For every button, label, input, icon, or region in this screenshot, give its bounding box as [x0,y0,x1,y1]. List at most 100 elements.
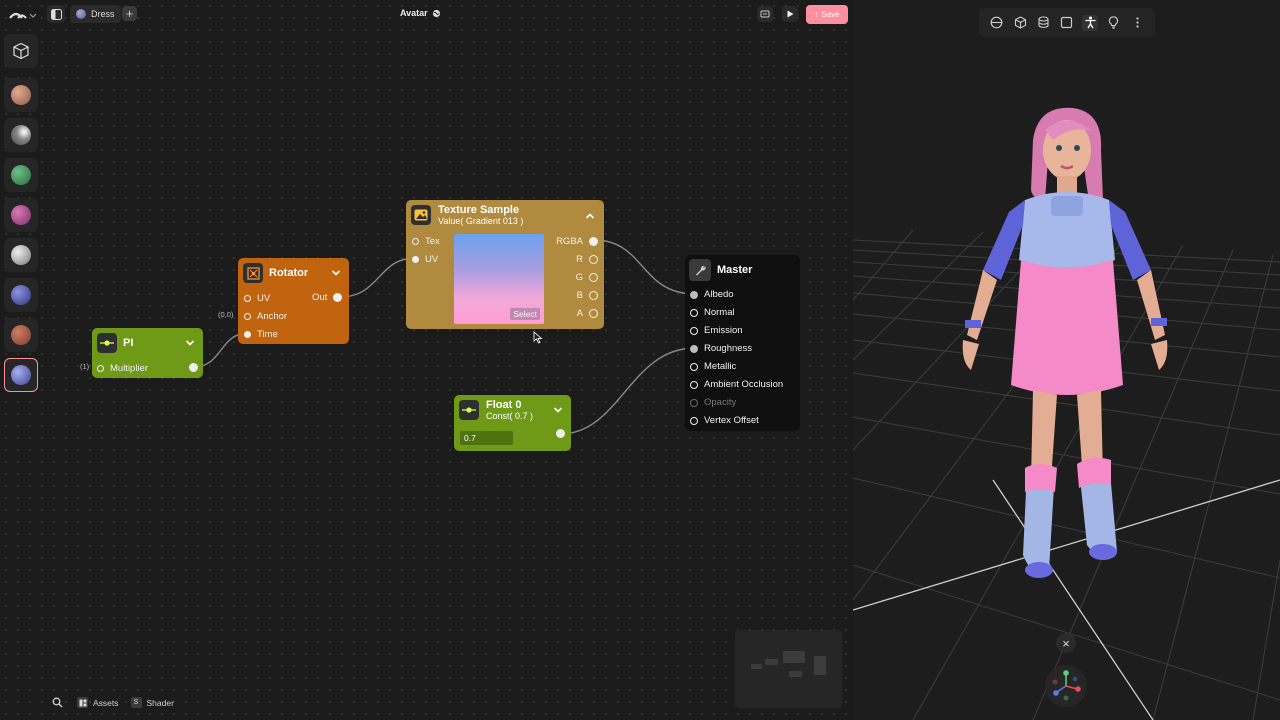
plane-view-icon[interactable] [1059,15,1075,31]
wire-rotator-to-texture [339,257,416,298]
3d-viewport[interactable]: × [853,0,1280,720]
node-header: Texture Sample Value( Gradient 013 ) [438,204,523,226]
minimap-node [783,651,805,663]
constant-node-icon [97,333,117,353]
input-port-uv[interactable]: UV [412,254,438,265]
texture-sample-node[interactable]: Texture Sample Value( Gradient 013 ) Tex… [406,200,604,329]
search-icon[interactable] [52,697,63,708]
constant-node-icon [459,400,479,420]
input-pin[interactable] [690,326,698,335]
minimap-node [814,656,826,675]
input-pin[interactable] [690,290,698,299]
node-title: Float 0 [486,399,522,411]
port-label: G [575,272,583,283]
node-header: Float 0 Const( 0.7 ) [486,399,533,421]
chevron-up-icon[interactable] [585,211,595,221]
input-port-roughness[interactable]: Roughness [690,343,752,354]
output-port-b[interactable]: B [577,290,598,301]
port-label: Tex [425,236,440,247]
wrench-icon [689,259,711,281]
avatar-model[interactable] [953,100,1173,590]
cube-view-icon[interactable] [1012,15,1028,31]
input-pin[interactable] [690,416,698,425]
input-pin[interactable] [690,362,698,371]
assets-label: Assets [93,697,119,708]
chevron-down-icon[interactable] [553,405,563,415]
input-port-uv[interactable]: UV [244,293,270,304]
input-port-multiplier[interactable]: Multiplier [97,363,148,374]
assets-icon [77,697,88,708]
float-node[interactable]: Float 0 Const( 0.7 ) 0.7 [454,395,571,451]
orientation-gizmo[interactable] [1045,665,1087,707]
assets-button[interactable]: Assets [77,697,119,708]
port-label: Albedo [704,289,734,300]
input-port-vertex-offset[interactable]: Vertex Offset [690,415,759,426]
master-node[interactable]: Master Albedo Normal Emission Roughness … [685,255,800,431]
input-pin[interactable] [412,256,419,263]
port-label: UV [425,254,439,265]
input-pin[interactable] [97,365,104,372]
output-pin[interactable] [333,293,343,302]
minimap-node [789,671,802,677]
node-title: PI [123,337,134,349]
pi-node[interactable]: PI Multiplier [92,328,203,378]
output-port-r[interactable]: R [576,254,598,265]
select-texture-button[interactable]: Select [510,308,540,320]
output-pin[interactable] [189,363,198,372]
output-pin[interactable] [556,429,565,438]
avatar-view-icon[interactable] [1082,14,1099,31]
input-port-anchor[interactable]: Anchor [244,311,287,322]
output-port-out[interactable]: Out [312,292,343,303]
port-label: Metallic [704,361,737,372]
input-port-opacity[interactable]: Opacity [690,397,736,408]
port-label: Opacity [704,397,737,408]
shader-button[interactable]: S Shader [130,697,174,708]
axis-gizmo-icon [1052,670,1081,701]
input-pin[interactable] [690,398,698,407]
input-pin[interactable] [690,344,698,353]
port-label: Ambient Occlusion [704,379,784,390]
minimap-node [765,659,778,665]
input-pin[interactable] [244,331,251,338]
bottom-bar: Assets S Shader [52,697,174,708]
output-port-g[interactable]: G [576,272,598,283]
input-pin[interactable] [244,313,251,320]
input-pin[interactable] [690,380,698,389]
port-label: Emission [704,325,743,336]
input-pin[interactable] [690,308,698,317]
node-editor-canvas[interactable]: Dress + Avatar ↑ Save PI Multiplier (1) … [0,0,853,720]
sphere-view-icon[interactable] [989,15,1005,31]
input-port-metallic[interactable]: Metallic [690,361,736,372]
float-value-input[interactable]: 0.7 [460,431,513,445]
more-icon[interactable] [1129,15,1145,31]
minimap-node [751,664,762,669]
cylinder-view-icon[interactable] [1036,15,1052,31]
output-pin[interactable] [589,255,598,264]
shader-icon: S [130,697,142,708]
input-port-time[interactable]: Time [244,329,278,340]
output-port-a[interactable]: A [577,308,598,319]
chevron-down-icon[interactable] [185,338,195,348]
texture-preview[interactable]: Select [454,234,544,324]
input-port-ambient-occlusion[interactable]: Ambient Occlusion [690,379,783,390]
input-pin[interactable] [412,238,419,245]
close-button[interactable]: × [1056,633,1076,653]
output-pin[interactable] [589,291,598,300]
node-subtitle: Const( 0.7 ) [486,411,534,421]
port-label: R [576,254,583,265]
input-pin[interactable] [244,295,251,302]
output-pin[interactable] [589,273,598,282]
rotator-node[interactable]: Rotator UV Anchor Time Out [238,258,349,344]
chevron-down-icon[interactable] [331,268,341,278]
input-port-normal[interactable]: Normal [690,307,735,318]
input-port-tex[interactable]: Tex [412,236,440,247]
light-icon[interactable] [1106,15,1122,31]
output-pin[interactable] [589,309,598,318]
port-label: Out [312,292,328,303]
output-pin[interactable] [589,237,598,246]
port-label: A [576,308,583,319]
output-port-rgba[interactable]: RGBA [556,236,598,247]
input-port-albedo[interactable]: Albedo [690,289,734,300]
input-port-emission[interactable]: Emission [690,325,743,336]
minimap[interactable] [735,630,842,708]
